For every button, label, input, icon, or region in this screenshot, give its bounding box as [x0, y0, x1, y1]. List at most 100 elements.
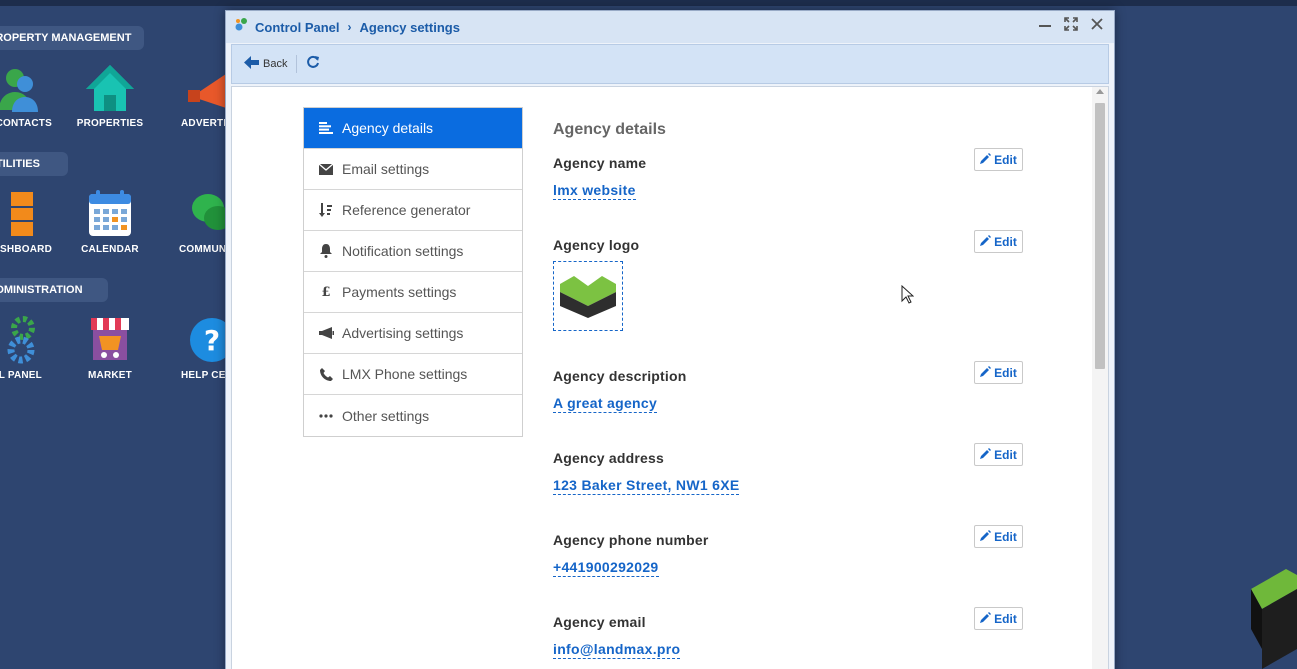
shop-icon — [83, 314, 137, 368]
section-label: UTILITIES — [0, 158, 40, 170]
desktop-icon-advertising[interactable]: ADVERTISING — [178, 62, 225, 130]
menu-item-label: Other settings — [342, 407, 430, 424]
agency-name-value[interactable]: lmx website — [553, 182, 636, 200]
settings-menu: Agency details Email settings Reference … — [303, 107, 523, 437]
bell-icon — [318, 243, 334, 259]
panel-heading: Agency details — [553, 121, 666, 138]
edit-agency-phone-button[interactable]: Edit — [974, 525, 1023, 548]
pound-icon: £ — [321, 284, 331, 300]
menu-item-other-settings[interactable]: Other settings — [304, 395, 522, 436]
menu-item-agency-details[interactable]: Agency details — [304, 108, 522, 149]
scroll-up-icon[interactable] — [1096, 89, 1104, 94]
mouse-cursor-icon — [901, 284, 915, 309]
help-icon: ? — [182, 314, 225, 368]
breadcrumb-agency-settings: Agency settings — [359, 19, 460, 35]
section-utilities: UTILITIES — [0, 152, 68, 176]
close-icon[interactable] — [1088, 17, 1106, 35]
control-panel-icon — [234, 17, 249, 37]
gears-icon — [0, 314, 39, 368]
desktop-icon-market[interactable]: MARKET — [70, 314, 150, 382]
refresh-icon[interactable] — [306, 55, 320, 74]
agency-logo-image[interactable] — [553, 261, 623, 331]
window-controls — [1036, 17, 1106, 35]
desktop-icon-properties[interactable]: PROPERTIES — [70, 62, 150, 130]
edit-agency-logo-button[interactable]: Edit — [974, 230, 1023, 253]
sort-icon — [318, 202, 334, 218]
back-button[interactable]: Back — [244, 56, 287, 72]
field-agency-name: Agency name lmx website Edit — [553, 148, 1023, 237]
pencil-icon — [980, 234, 992, 249]
desktop-icon-contacts[interactable]: CONTACTS — [0, 62, 52, 130]
menu-item-lmx-phone-settings[interactable]: LMX Phone settings — [304, 354, 522, 395]
desktop-icon-label: CALENDAR — [81, 244, 139, 255]
minimize-icon[interactable] — [1036, 17, 1054, 35]
calendar-icon — [83, 188, 137, 242]
menu-item-label: Email settings — [342, 161, 430, 177]
field-agency-logo: Agency logo Edit — [553, 230, 1023, 368]
desktop-icon-label: DASHBOARD — [0, 244, 52, 255]
maximize-icon[interactable] — [1062, 17, 1080, 35]
pencil-icon — [980, 365, 992, 380]
desktop-icon-dashboard[interactable]: DASHBOARD — [0, 188, 52, 256]
field-agency-description: Agency description A great agency Edit — [553, 361, 1023, 450]
brand-logo-icon — [1248, 565, 1297, 669]
contacts-icon — [0, 62, 39, 116]
agency-address-value[interactable]: 123 Baker Street, NW1 6XE — [553, 477, 740, 495]
field-label: Agency logo — [553, 237, 640, 253]
field-agency-address: Agency address 123 Baker Street, NW1 6XE… — [553, 443, 1023, 532]
edit-label: Edit — [994, 234, 1017, 249]
pencil-icon — [980, 611, 992, 626]
menu-item-email-settings[interactable]: Email settings — [304, 149, 522, 190]
pencil-icon — [980, 529, 992, 544]
pencil-icon — [980, 447, 992, 462]
desktop-icon-help-center[interactable]: ? HELP CENTER — [178, 314, 225, 382]
desktop-icon-label: ADVERTISING — [181, 118, 225, 129]
section-administration: ADMINISTRATION — [0, 278, 108, 302]
desktop-top-bar — [0, 0, 1297, 6]
edit-label: Edit — [994, 365, 1017, 380]
agency-phone-value[interactable]: +441900292029 — [553, 559, 659, 577]
field-label: Agency phone number — [553, 532, 709, 548]
desktop-icon-communications[interactable]: COMMUNICATIONS — [178, 188, 225, 256]
field-agency-phone: Agency phone number +441900292029 Edit — [553, 525, 1023, 614]
desktop-icon-label: MARKET — [88, 370, 132, 381]
window-toolbar: Back — [231, 44, 1109, 84]
agency-email-value[interactable]: info@landmax.pro — [553, 641, 681, 659]
menu-item-label: Payments settings — [342, 284, 457, 300]
agency-settings-window: Control Panel › Agency settings Back Age… — [225, 10, 1115, 669]
ellipsis-icon — [318, 408, 334, 424]
menu-item-label: Notification settings — [342, 243, 464, 259]
edit-label: Edit — [994, 611, 1017, 626]
edit-agency-description-button[interactable]: Edit — [974, 361, 1023, 384]
envelope-icon — [318, 161, 334, 177]
desktop-icon-label: CONTROL PANEL — [0, 370, 42, 381]
field-label: Agency address — [553, 450, 664, 466]
window-titlebar[interactable]: Control Panel › Agency settings — [226, 11, 1114, 43]
edit-label: Edit — [994, 152, 1017, 167]
vertical-scrollbar[interactable] — [1092, 87, 1108, 669]
desktop-icon-calendar[interactable]: CALENDAR — [70, 188, 150, 256]
edit-agency-address-button[interactable]: Edit — [974, 443, 1023, 466]
menu-item-advertising-settings[interactable]: Advertising settings — [304, 313, 522, 354]
menu-item-notification-settings[interactable]: Notification settings — [304, 231, 522, 272]
megaphone-icon — [182, 62, 225, 116]
breadcrumb-control-panel[interactable]: Control Panel — [255, 20, 340, 35]
edit-agency-email-button[interactable]: Edit — [974, 607, 1023, 630]
agency-logo-icon — [560, 276, 616, 318]
pencil-icon — [980, 152, 992, 167]
desktop-icon-label: CONTACTS — [0, 118, 52, 129]
menu-item-payments-settings[interactable]: £ Payments settings — [304, 272, 522, 313]
field-agency-email: Agency email info@landmax.pro Edit — [553, 607, 1023, 669]
menu-item-label: LMX Phone settings — [342, 366, 468, 382]
scrollbar-thumb[interactable] — [1095, 103, 1105, 369]
phone-icon — [318, 366, 334, 382]
edit-label: Edit — [994, 529, 1017, 544]
edit-agency-name-button[interactable]: Edit — [974, 148, 1023, 171]
chat-icon — [182, 188, 225, 242]
menu-item-reference-generator[interactable]: Reference generator — [304, 190, 522, 231]
menu-item-label: Agency details — [342, 120, 434, 136]
settings-content: Agency details Email settings Reference … — [231, 86, 1109, 669]
agency-description-value[interactable]: A great agency — [553, 395, 658, 413]
desktop-icon-control-panel[interactable]: CONTROL PANEL — [0, 314, 52, 382]
back-label: Back — [263, 58, 288, 70]
